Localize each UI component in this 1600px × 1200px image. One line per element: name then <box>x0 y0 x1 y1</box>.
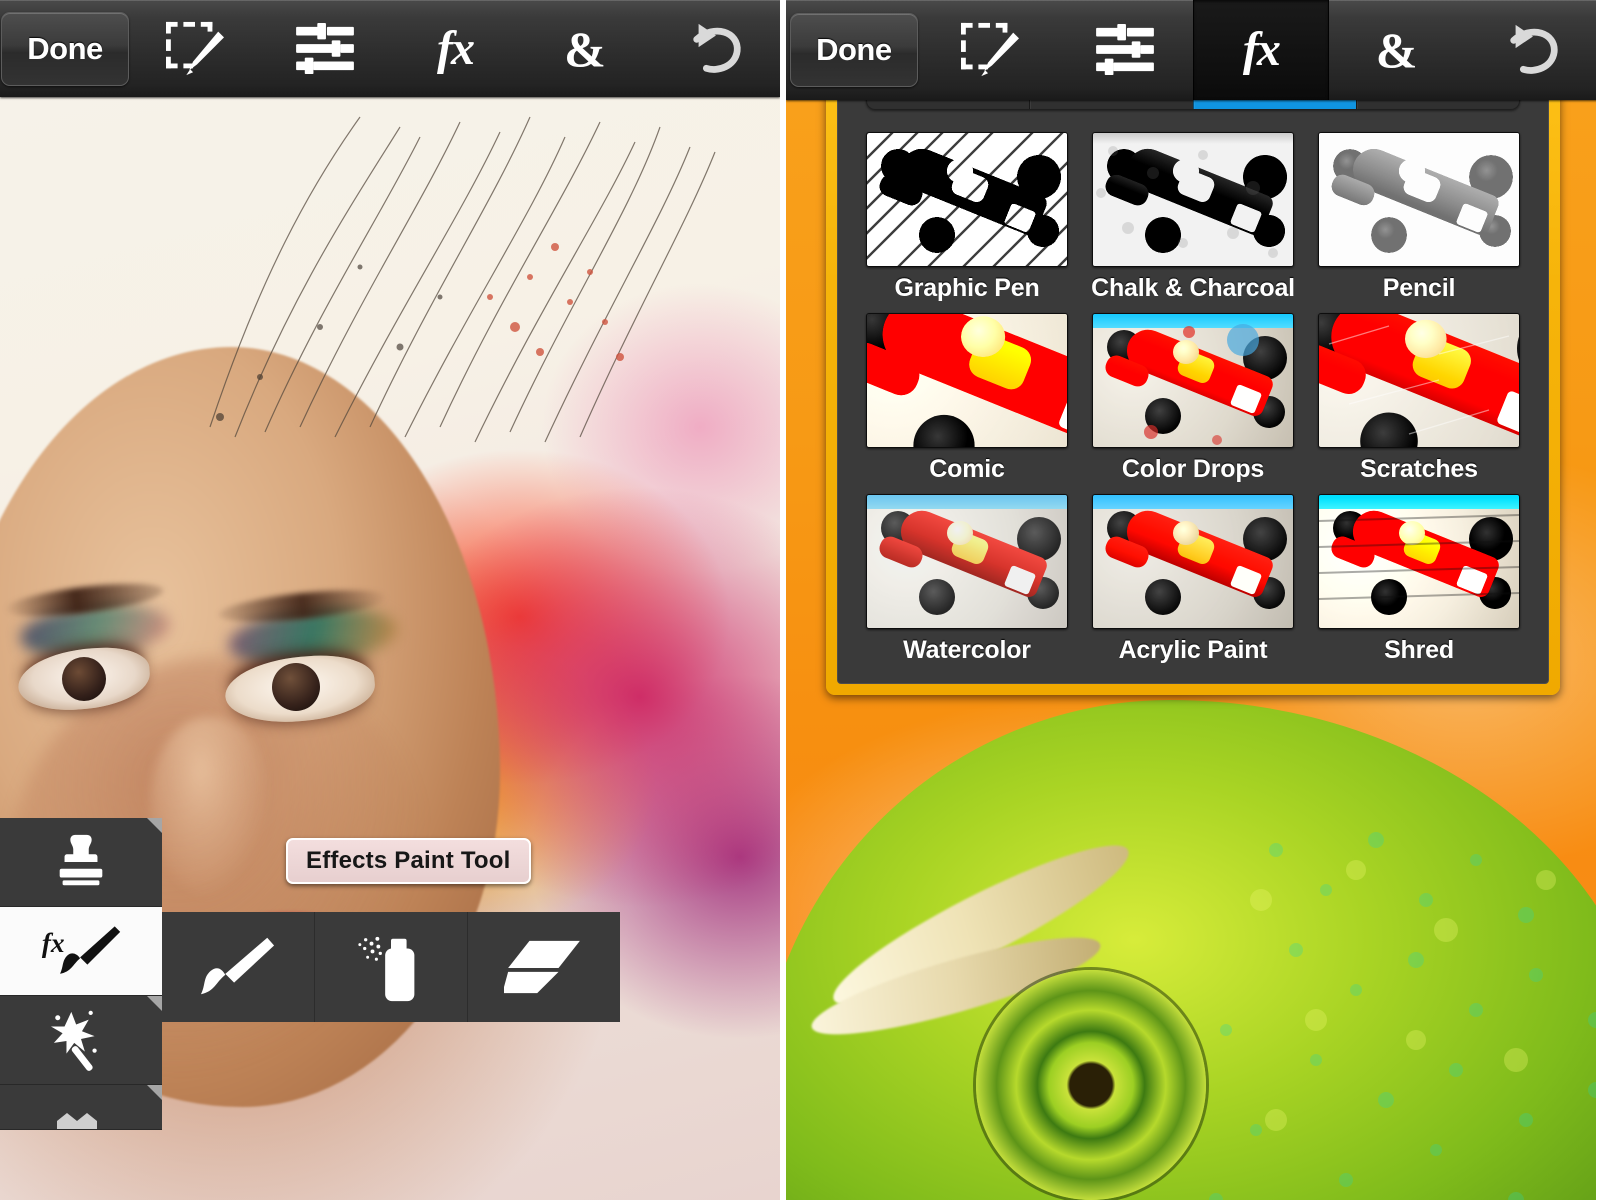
svg-text:fx: fx <box>42 928 65 958</box>
effect-label: Graphic Pen <box>894 274 1040 302</box>
tool-eraser[interactable] <box>467 912 620 1022</box>
tool-spray[interactable] <box>314 912 467 1022</box>
effect-label: Watercolor <box>903 636 1031 664</box>
chameleon-eye <box>976 970 1206 1200</box>
effect-item-watercolor[interactable]: Watercolor <box>860 494 1074 665</box>
effect-thumbnail <box>866 494 1068 629</box>
pupil-left <box>62 657 106 701</box>
effect-label: Pencil <box>1382 274 1456 302</box>
submenu-corner-icon <box>147 1085 162 1100</box>
effect-label: Shred <box>1384 636 1454 664</box>
effect-label: Scratches <box>1360 455 1478 483</box>
spray-can-icon <box>358 936 415 1002</box>
right-undo-tool[interactable] <box>1464 0 1600 100</box>
sliders-icon <box>1090 19 1160 81</box>
pupil-right <box>272 663 320 711</box>
tool-column: fx <box>0 818 162 1130</box>
effect-thumbnail <box>1092 313 1294 448</box>
effects-popover-body: Basic Stylize Artistic Photo <box>837 23 1549 684</box>
eraser-icon <box>504 940 580 994</box>
effect-item-shred[interactable]: Shred <box>1312 494 1526 665</box>
submenu-corner-icon <box>147 818 162 833</box>
magic-wand-icon <box>50 1010 97 1071</box>
effects-grid: Graphic Pen Chalk & Charcoal Pencil Comi… <box>854 132 1532 667</box>
done-button[interactable]: Done <box>789 13 918 87</box>
tool-more[interactable] <box>0 1085 162 1130</box>
right-toolbar: Done fx & <box>786 0 1600 100</box>
effect-thumbnail <box>866 132 1068 267</box>
right-effects-tool[interactable]: fx <box>1193 0 1329 100</box>
undo-arrow-icon <box>680 18 750 80</box>
effect-label: Acrylic Paint <box>1118 636 1268 664</box>
effect-item-pencil[interactable]: Pencil <box>1312 132 1526 303</box>
tool-brush[interactable] <box>162 912 314 1022</box>
ampersand-icon: & <box>1375 22 1418 78</box>
left-toolbar: Done fx & <box>0 0 780 97</box>
effect-item-scratches[interactable]: Scratches <box>1312 313 1526 484</box>
fx-icon: fx <box>437 21 475 75</box>
marquee-pencil-icon <box>160 18 230 80</box>
submenu-corner-icon <box>147 907 162 922</box>
done-button[interactable]: Done <box>1 11 129 86</box>
effect-item-chalk-charcoal[interactable]: Chalk & Charcoal <box>1086 132 1300 303</box>
effect-thumbnail <box>1318 132 1520 267</box>
right-select-edit-tool[interactable] <box>922 0 1058 100</box>
left-undo-tool[interactable] <box>650 0 780 97</box>
right-adjustments-tool[interactable] <box>1057 0 1193 100</box>
right-edge-highlight <box>1596 0 1600 1200</box>
right-done-slot[interactable]: Done <box>786 0 922 100</box>
effects-popover: Basic Stylize Artistic Photo <box>826 0 1560 695</box>
left-adjustments-tool[interactable] <box>260 0 390 97</box>
tool-effects-paint[interactable]: fx <box>0 907 162 996</box>
effect-item-comic[interactable]: Comic <box>860 313 1074 484</box>
effect-thumbnail <box>1318 313 1520 448</box>
paintbrush-icon <box>200 937 275 995</box>
marquee-pencil-icon <box>955 19 1025 81</box>
effect-label: Color Drops <box>1121 455 1265 483</box>
left-select-edit-tool[interactable] <box>130 0 260 97</box>
stamp-icon <box>59 834 103 886</box>
effect-thumbnail <box>1092 132 1294 267</box>
effect-item-graphic-pen[interactable]: Graphic Pen <box>860 132 1074 303</box>
effect-thumbnail <box>1092 494 1294 629</box>
effect-item-acrylic-paint[interactable]: Acrylic Paint <box>1086 494 1300 665</box>
left-phone-panel: fx Effects Paint Tool Done fx & <box>0 0 780 1200</box>
right-borders-tool[interactable]: & <box>1329 0 1465 100</box>
left-borders-tool[interactable]: & <box>520 0 650 97</box>
left-effects-tool[interactable]: fx <box>390 0 520 97</box>
left-done-slot[interactable]: Done <box>0 0 130 97</box>
submenu-corner-icon <box>147 996 162 1011</box>
ampersand-icon: & <box>564 20 606 77</box>
sliders-icon <box>290 18 360 80</box>
right-phone-panel: Basic Stylize Artistic Photo <box>786 0 1600 1200</box>
effect-thumbnail <box>866 313 1068 448</box>
paint-splatter <box>209 116 716 443</box>
fx-icon: fx <box>1242 23 1281 76</box>
effect-label: Chalk & Charcoal <box>1091 274 1295 302</box>
tool-row <box>162 912 620 1022</box>
fx-brush-icon: fx <box>42 926 121 974</box>
effect-item-color-drops[interactable]: Color Drops <box>1086 313 1300 484</box>
tool-clone-stamp[interactable] <box>0 818 162 907</box>
effect-label: Comic <box>929 455 1005 483</box>
effects-paint-tooltip: Effects Paint Tool <box>286 838 531 884</box>
app-screenshot: fx Effects Paint Tool Done fx & Graphic … <box>0 0 1600 1200</box>
tool-magic-wand[interactable] <box>0 996 162 1085</box>
undo-arrow-icon <box>1497 19 1567 81</box>
nose-highlight <box>150 717 270 897</box>
effect-thumbnail <box>1318 494 1520 629</box>
more-tools-icon <box>57 1113 97 1129</box>
